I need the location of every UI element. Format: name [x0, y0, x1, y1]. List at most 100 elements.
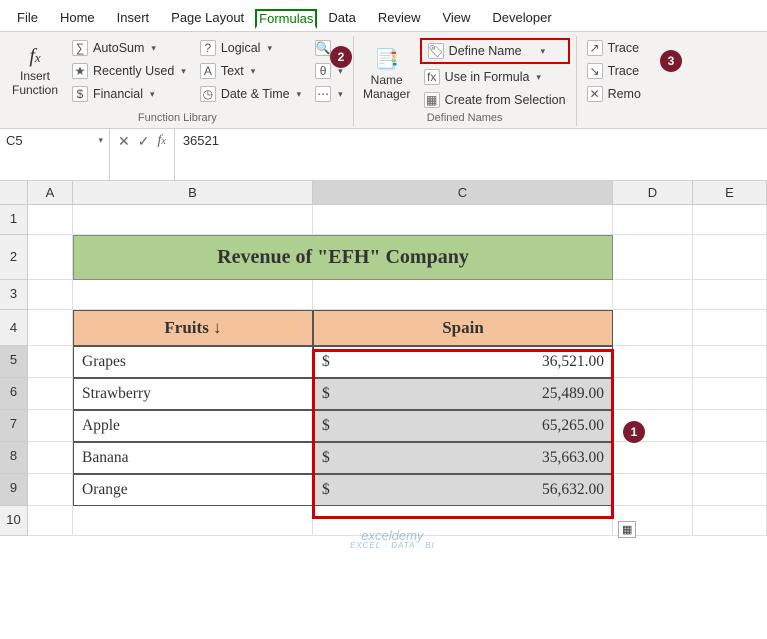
row-header-8[interactable]: 8	[0, 442, 28, 474]
cell-e1[interactable]	[693, 205, 767, 235]
tab-file[interactable]: File	[6, 4, 49, 31]
cell-d9[interactable]	[613, 474, 693, 506]
trace-dependents-button[interactable]: ↘Trace	[583, 61, 645, 81]
row-header-4[interactable]: 4	[0, 310, 28, 346]
row-header-2[interactable]: 2	[0, 235, 28, 280]
cell-e10[interactable]	[693, 506, 767, 536]
tab-review[interactable]: Review	[367, 4, 432, 31]
fx-icon[interactable]: fx	[157, 133, 165, 149]
row-header-1[interactable]: 1	[0, 205, 28, 235]
selection-icon: ▦	[424, 92, 440, 108]
use-in-formula-button[interactable]: fxUse in Formula▾	[420, 67, 570, 87]
header-spain[interactable]: Spain	[313, 310, 613, 346]
cell-e6[interactable]	[693, 378, 767, 410]
cell-a3[interactable]	[28, 280, 73, 310]
row-header-7[interactable]: 7	[0, 410, 28, 442]
define-name-button[interactable]: 🏷Define Name ▾	[420, 38, 570, 64]
cell-b10[interactable]	[73, 506, 313, 536]
group-label-defined-names: Defined Names	[360, 112, 570, 124]
select-all-corner[interactable]	[0, 181, 28, 205]
cell-b1[interactable]	[73, 205, 313, 235]
name-box[interactable]: C5 ▾	[0, 129, 110, 180]
header-fruits[interactable]: Fruits ↓	[73, 310, 313, 346]
logical-button[interactable]: ?Logical▾	[196, 38, 305, 58]
cell-e7[interactable]	[693, 410, 767, 442]
cell-c1[interactable]	[313, 205, 613, 235]
tab-developer[interactable]: Developer	[481, 4, 562, 31]
row-header-5[interactable]: 5	[0, 346, 28, 378]
cell-b3[interactable]	[73, 280, 313, 310]
cell-a5[interactable]	[28, 346, 73, 378]
col-header-e[interactable]: E	[693, 181, 767, 205]
cell-b7[interactable]: Apple	[73, 410, 313, 442]
cell-a7[interactable]	[28, 410, 73, 442]
cell-d8[interactable]	[613, 442, 693, 474]
more-functions-button[interactable]: ⋯▾	[311, 84, 347, 104]
cell-e9[interactable]	[693, 474, 767, 506]
spreadsheet-grid[interactable]: A B C D E 1 2 Revenue of "EFH" Company 3…	[0, 181, 767, 536]
cell-d4[interactable]	[613, 310, 693, 346]
col-header-c[interactable]: C	[313, 181, 613, 205]
annotation-badge-2: 2	[330, 46, 352, 68]
cell-c8[interactable]: $35,663.00	[313, 442, 613, 474]
col-header-b[interactable]: B	[73, 181, 313, 205]
cell-d6[interactable]	[613, 378, 693, 410]
tab-home[interactable]: Home	[49, 4, 106, 31]
cell-e5[interactable]	[693, 346, 767, 378]
cell-e3[interactable]	[693, 280, 767, 310]
cancel-icon[interactable]: ✕	[118, 133, 130, 150]
tab-page-layout[interactable]: Page Layout	[160, 4, 255, 31]
title-cell[interactable]: Revenue of "EFH" Company	[73, 235, 613, 280]
cell-e4[interactable]	[693, 310, 767, 346]
create-from-selection-button[interactable]: ▦Create from Selection	[420, 90, 570, 110]
cell-d1[interactable]	[613, 205, 693, 235]
name-manager-button[interactable]: 📑 Name Manager	[360, 38, 414, 110]
formula-input[interactable]: 36521	[175, 129, 767, 180]
tab-formulas[interactable]: Formulas	[255, 9, 317, 29]
cell-e8[interactable]	[693, 442, 767, 474]
cell-c9[interactable]: $56,632.00	[313, 474, 613, 506]
cell-b6[interactable]: Strawberry	[73, 378, 313, 410]
cell-b8[interactable]: Banana	[73, 442, 313, 474]
cell-c3[interactable]	[313, 280, 613, 310]
cell-c5[interactable]: $36,521.00	[313, 346, 613, 378]
cell-a2[interactable]	[28, 235, 73, 280]
text-icon: A	[200, 63, 216, 79]
row-header-9[interactable]: 9	[0, 474, 28, 506]
formula-bar: C5 ▾ ✕ ✓ fx 36521	[0, 129, 767, 181]
col-header-d[interactable]: D	[613, 181, 693, 205]
quick-analysis-icon[interactable]: ▦	[618, 521, 636, 538]
row-header-3[interactable]: 3	[0, 280, 28, 310]
trace-precedents-button[interactable]: ↗Trace	[583, 38, 645, 58]
date-time-button[interactable]: ◷Date & Time▾	[196, 84, 305, 104]
recently-used-button[interactable]: ★Recently Used▾	[68, 61, 190, 81]
cell-b9[interactable]: Orange	[73, 474, 313, 506]
tab-view[interactable]: View	[431, 4, 481, 31]
cell-d5[interactable]	[613, 346, 693, 378]
cell-a10[interactable]	[28, 506, 73, 536]
enter-icon[interactable]: ✓	[138, 133, 150, 150]
trace1-label: Trace	[608, 41, 640, 55]
cell-a1[interactable]	[28, 205, 73, 235]
text-button[interactable]: AText▾	[196, 61, 305, 81]
insert-function-button[interactable]: fx Insert Function	[8, 38, 62, 104]
tab-data[interactable]: Data	[317, 4, 366, 31]
cell-c7[interactable]: $65,265.00	[313, 410, 613, 442]
cell-a6[interactable]	[28, 378, 73, 410]
cell-a8[interactable]	[28, 442, 73, 474]
cell-c6[interactable]: $25,489.00	[313, 378, 613, 410]
col-header-a[interactable]: A	[28, 181, 73, 205]
cell-b5[interactable]: Grapes	[73, 346, 313, 378]
cell-d2[interactable]	[613, 235, 693, 280]
annotation-badge-1: 1	[623, 421, 645, 443]
financial-button[interactable]: $Financial▾	[68, 84, 190, 104]
autosum-button[interactable]: ∑AutoSum▾	[68, 38, 190, 58]
cell-a9[interactable]	[28, 474, 73, 506]
cell-e2[interactable]	[693, 235, 767, 280]
remove-arrows-button[interactable]: ✕Remo	[583, 84, 645, 104]
cell-a4[interactable]	[28, 310, 73, 346]
row-header-6[interactable]: 6	[0, 378, 28, 410]
tab-insert[interactable]: Insert	[106, 4, 161, 31]
cell-d3[interactable]	[613, 280, 693, 310]
row-header-10[interactable]: 10	[0, 506, 28, 536]
